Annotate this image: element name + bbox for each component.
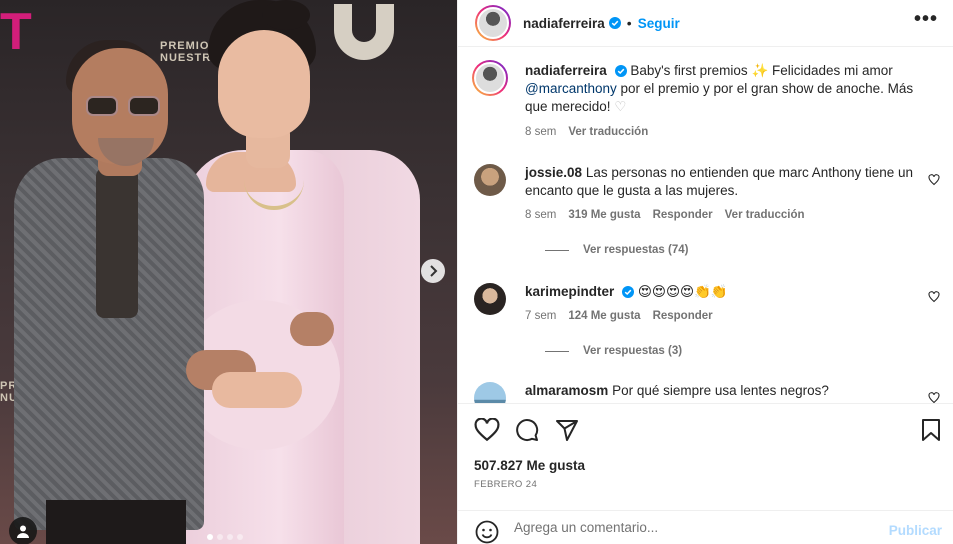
- man-shirt: [96, 168, 138, 318]
- like-heart-icon[interactable]: [474, 418, 500, 442]
- tmobile-logo: T: [0, 3, 32, 61]
- comment-body: Por qué siempre usa lentes negros?: [612, 383, 829, 398]
- user-icon: [17, 525, 29, 538]
- caption-username[interactable]: nadiaferreira: [525, 63, 607, 78]
- more-options-button[interactable]: •••: [914, 8, 938, 31]
- follow-button[interactable]: Seguir: [638, 16, 680, 31]
- comment-avatar[interactable]: [474, 283, 506, 315]
- woman-hand: [212, 372, 302, 408]
- post-actions-bar: [458, 403, 953, 459]
- post-photo[interactable]: T T PREMIONUESTRO PREMIONUESTRO: [0, 0, 457, 544]
- comment-text: jossie.08 Las personas no entienden que …: [525, 164, 917, 200]
- comment-body: Las personas no entienden que marc Antho…: [525, 165, 914, 198]
- comment-input[interactable]: [514, 520, 874, 535]
- necklace: [244, 150, 304, 210]
- view-replies-button[interactable]: Ver respuestas (74): [545, 244, 688, 256]
- comment-likes[interactable]: 319 Me gusta: [568, 209, 640, 221]
- see-translation-button[interactable]: Ver traducción: [568, 126, 648, 138]
- view-replies-button[interactable]: Ver respuestas (3): [545, 345, 682, 357]
- comment-avatar[interactable]: [474, 382, 506, 403]
- replies-line: [545, 249, 569, 251]
- post-sidebar: nadiaferreira • Seguir ••• nadiaferreira…: [457, 0, 953, 544]
- author-avatar[interactable]: [475, 5, 511, 41]
- caption-text: nadiaferreira Baby's first premios ✨ Fel…: [525, 62, 917, 116]
- caption-text-part: Baby's first premios: [626, 63, 752, 78]
- comment-text: karimepindter 😍😍😍😍👏👏: [525, 283, 917, 301]
- woman-hair-bun: [262, 0, 310, 30]
- sunglasses: [86, 96, 164, 116]
- comment-text: almaramosm Por qué siempre usa lentes ne…: [525, 382, 917, 400]
- like-comment-icon[interactable]: [928, 174, 940, 186]
- carousel-dot: [217, 534, 223, 540]
- share-send-icon[interactable]: [555, 418, 579, 442]
- carousel-dot: [207, 534, 213, 540]
- carousel-dot: [227, 534, 233, 540]
- comment-time: 8 sem: [525, 209, 557, 221]
- carousel-next-button[interactable]: [421, 259, 445, 283]
- like-comment-icon[interactable]: [928, 291, 940, 303]
- verified-badge-icon: [614, 65, 627, 78]
- carousel-dot: [237, 534, 243, 540]
- comment-bubble-icon[interactable]: [515, 418, 539, 442]
- header-separator-dot: •: [626, 15, 632, 31]
- author-username[interactable]: nadiaferreira: [523, 16, 605, 31]
- emoji-icon[interactable]: [475, 520, 499, 544]
- replies-line: [545, 350, 569, 352]
- likes-count[interactable]: 507.827 Me gusta: [474, 458, 585, 473]
- verified-badge-icon: [622, 286, 635, 299]
- man-hand: [290, 312, 334, 346]
- view-replies-label: Ver respuestas (3): [583, 345, 683, 357]
- comment-username[interactable]: almaramosm: [525, 383, 608, 398]
- comment-likes[interactable]: 124 Me gusta: [568, 310, 640, 322]
- comment-username[interactable]: karimepindter: [525, 284, 614, 299]
- chevron-right-icon: [430, 265, 438, 277]
- comment-username[interactable]: jossie.08: [525, 165, 582, 180]
- reply-button[interactable]: Responder: [653, 310, 713, 322]
- verified-badge-icon: [608, 17, 621, 29]
- caption-meta: 8 sem Ver traducción: [525, 126, 648, 138]
- carousel-indicator: [207, 534, 243, 540]
- view-replies-label: Ver respuestas (74): [583, 244, 689, 256]
- post-date: FEBRERO 24: [474, 479, 538, 490]
- comment-meta: 8 sem 319 Me gusta Responder Ver traducc…: [525, 209, 805, 221]
- comment-time: 7 sem: [525, 310, 557, 322]
- caption-avatar[interactable]: [472, 60, 508, 96]
- reply-button[interactable]: Responder: [653, 209, 713, 221]
- post-header: nadiaferreira • Seguir •••: [458, 0, 953, 47]
- comments-list[interactable]: nadiaferreira Baby's first premios ✨ Fel…: [458, 48, 953, 403]
- caption-time: 8 sem: [525, 126, 557, 138]
- tagged-users-button[interactable]: [9, 517, 37, 544]
- publish-button[interactable]: Publicar: [889, 523, 942, 538]
- white-heart-icon: ♡: [614, 99, 627, 114]
- sparkles-icon: ✨: [751, 63, 769, 78]
- add-comment-bar: Publicar: [458, 510, 953, 544]
- comment-body: 😍😍😍😍👏👏: [637, 284, 728, 299]
- like-comment-icon[interactable]: [928, 392, 940, 403]
- univision-logo: [334, 4, 394, 60]
- man-pants: [46, 500, 186, 544]
- woman-face: [218, 30, 310, 138]
- see-translation-button[interactable]: Ver traducción: [725, 209, 805, 221]
- caption-text-part: Felicidades mi amor: [768, 63, 893, 78]
- save-bookmark-icon[interactable]: [921, 418, 941, 442]
- mention-link[interactable]: @marcanthony: [525, 81, 617, 96]
- comment-meta: 7 sem 124 Me gusta Responder: [525, 310, 713, 322]
- comment-avatar[interactable]: [474, 164, 506, 196]
